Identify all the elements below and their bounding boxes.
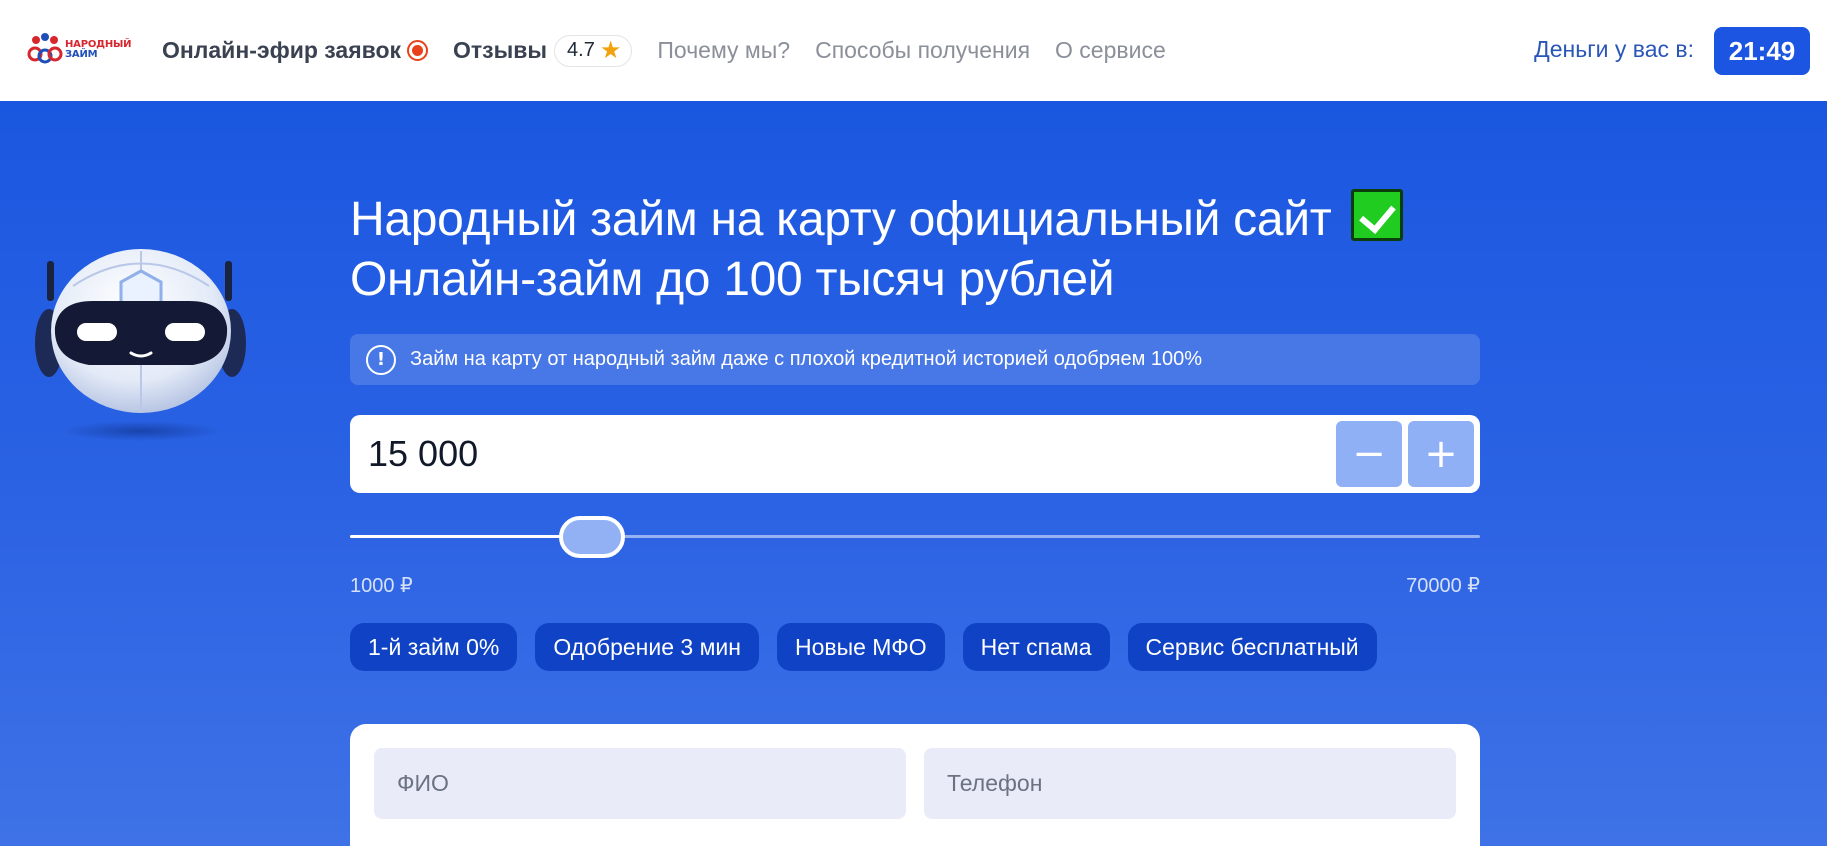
title-line-1-text: Народный займ на карту официальный сайт <box>350 193 1332 246</box>
rating-value: 4.7 <box>567 39 595 61</box>
logo[interactable]: Народный займ <box>27 32 133 68</box>
robot-mascot-icon <box>35 249 246 441</box>
nav-live-feed-label: Онлайн-эфир заявок <box>162 37 402 63</box>
title-line-1: Народный займ на карту официальный сайт <box>350 189 1500 250</box>
chip-approval-3-min[interactable]: Одобрение 3 мин <box>535 623 759 671</box>
amount-stepper: − + <box>350 415 1480 493</box>
slider-thumb[interactable] <box>559 516 625 558</box>
logo-text: Народный займ <box>65 40 132 60</box>
main-nav: Онлайн-эфир заявок Отзывы 4.7 ★ Почему м… <box>162 0 1191 101</box>
amount-slider[interactable] <box>350 515 1480 559</box>
star-icon: ★ <box>599 36 622 64</box>
info-notice: ! Займ на карту от народный займ даже с … <box>350 334 1480 385</box>
nav-reviews-label: Отзывы <box>453 37 548 63</box>
increase-amount-button[interactable]: + <box>1408 421 1474 487</box>
chip-free-service[interactable]: Сервис бесплатный <box>1127 623 1377 671</box>
checkmark-icon <box>1350 189 1403 241</box>
nav-delivery-methods[interactable]: Способы получения <box>815 37 1030 64</box>
chip-new-mfo[interactable]: Новые МФО <box>776 623 945 671</box>
logo-line2: займ <box>65 49 98 60</box>
site-header: Народный займ Онлайн-эфир заявок Отзывы … <box>0 0 1827 101</box>
hero-section: Народный займ на карту официальный сайт … <box>0 101 1827 864</box>
nav-reviews[interactable]: Отзывы 4.7 ★ <box>453 34 633 67</box>
feature-chips: 1-й займ 0% Одобрение 3 мин Новые МФО Не… <box>350 623 1395 671</box>
money-timer-label: Деньги у вас в: <box>1534 36 1694 62</box>
decrease-amount-button[interactable]: − <box>1336 421 1402 487</box>
nav-why-us[interactable]: Почему мы? <box>657 37 790 64</box>
slider-fill <box>350 535 592 538</box>
fio-field[interactable] <box>374 748 906 819</box>
nav-about[interactable]: О сервисе <box>1055 37 1166 64</box>
page-title: Народный займ на карту официальный сайт … <box>350 189 1500 310</box>
exclamation-icon: ! <box>366 344 396 375</box>
application-form <box>350 724 1480 864</box>
slider-min-label: 1000 ₽ <box>350 575 413 597</box>
chip-first-loan-free[interactable]: 1-й займ 0% <box>350 623 518 671</box>
money-timer: 21:49 <box>1714 27 1810 75</box>
nav-live-feed[interactable]: Онлайн-эфир заявок <box>162 37 429 64</box>
title-line-2: Онлайн-займ до 100 тысяч рублей <box>350 253 1115 306</box>
amount-input[interactable] <box>368 429 1268 479</box>
notice-text: Займ на карту от народный займ даже с пл… <box>410 348 1203 370</box>
phone-field[interactable] <box>924 748 1456 819</box>
chip-no-spam[interactable]: Нет спама <box>962 623 1110 671</box>
live-indicator-icon <box>407 40 429 61</box>
logo-people-icon <box>27 33 63 64</box>
slider-max-label: 70000 ₽ <box>1406 575 1480 597</box>
rating-badge: 4.7 ★ <box>554 34 633 67</box>
